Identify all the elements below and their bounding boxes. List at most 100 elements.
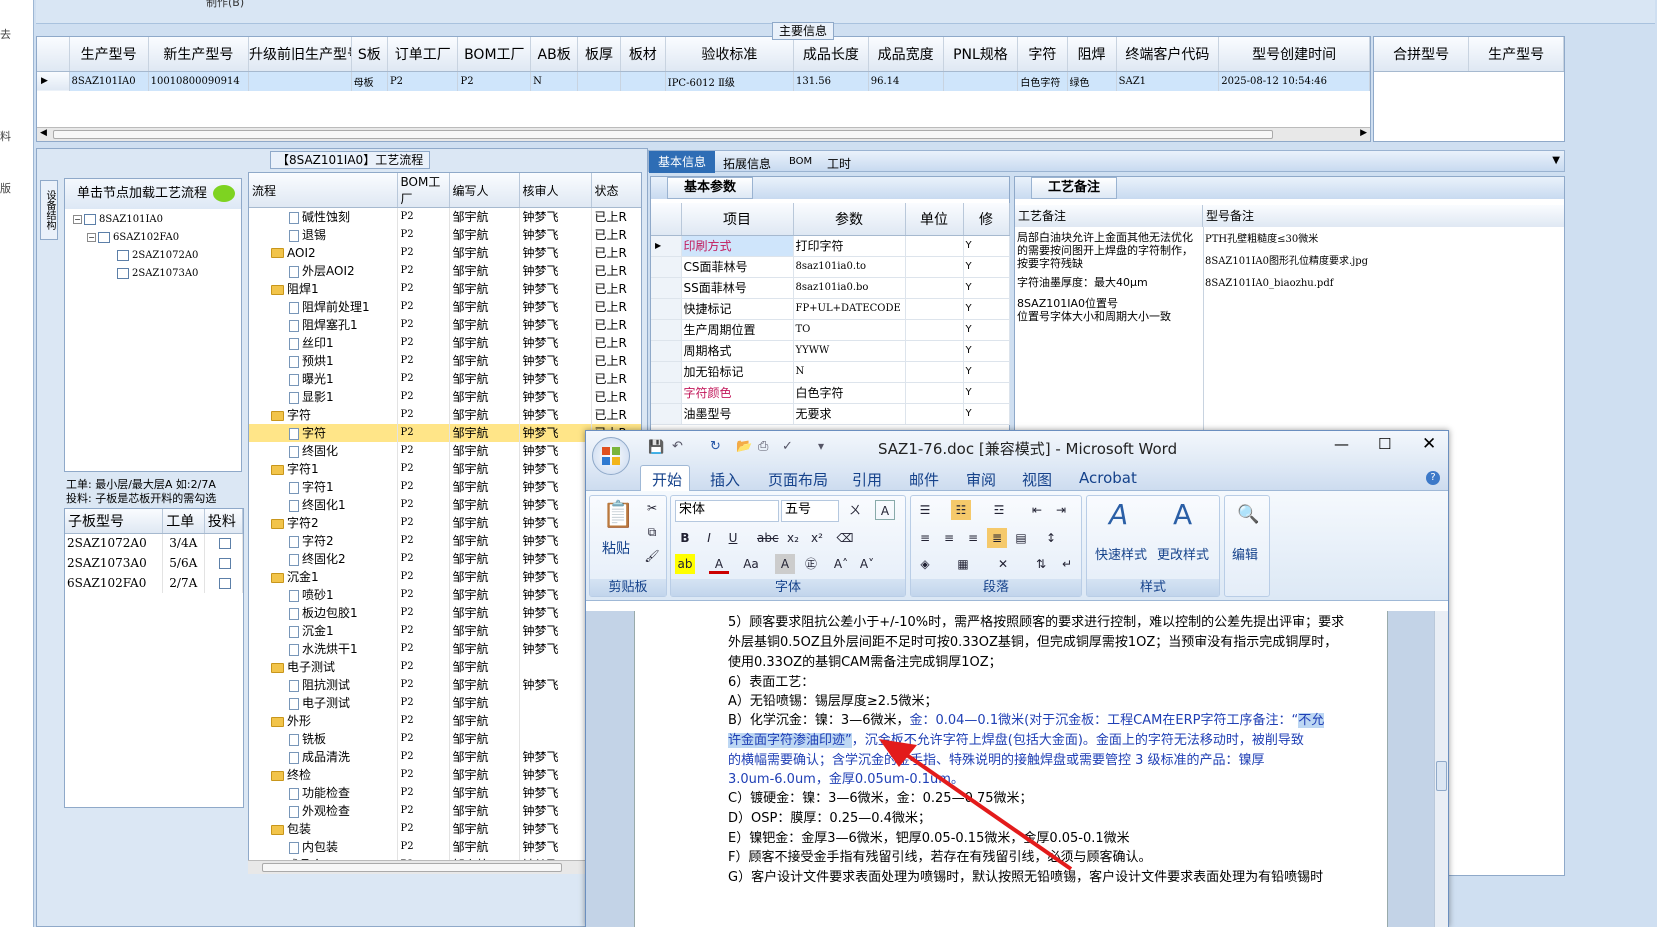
table-row[interactable]: 阻焊前处理1 P2 邹宇航 钟梦飞 已上R (249, 297, 641, 316)
italic-icon[interactable]: I (699, 528, 719, 548)
table-row[interactable]: 显影1 P2 邹宇航 钟梦飞 已上R (249, 387, 641, 406)
param-value-cell[interactable]: 无要求 (793, 403, 906, 425)
table-row[interactable]: AOI2 P2 邹宇航 钟梦飞 已上R (249, 243, 641, 262)
main-col-header[interactable]: 字符 (1017, 37, 1068, 72)
table-row[interactable]: 外观检查 P2 邹宇航 钟梦飞 (249, 801, 641, 820)
tab-insert[interactable]: 插入 (710, 469, 740, 490)
table-row[interactable]: 6SAZ102FA0 2/7A (65, 573, 244, 593)
table-row[interactable]: 喷砂1P2邹宇航钟梦飞已上R (249, 585, 641, 604)
flow-col-header[interactable]: 核审人 (519, 173, 592, 208)
minimize-icon[interactable]: — (1334, 435, 1349, 453)
superscript-icon[interactable]: x² (807, 528, 827, 548)
param-value-cell[interactable]: 8saz101ia0.to (793, 256, 906, 278)
main-cell[interactable] (620, 71, 666, 91)
table-row[interactable]: 周期格式 YYWW Y (651, 340, 1010, 362)
tab-review[interactable]: 审阅 (966, 469, 996, 490)
table-row[interactable]: 退锡 P2 邹宇航 钟梦飞 已上R (249, 225, 641, 244)
main-col-header[interactable]: 板材 (620, 37, 666, 72)
table-row[interactable]: 字符P2邹宇航钟梦飞已上R (249, 423, 641, 442)
strikethrough-icon[interactable]: abc (757, 528, 779, 548)
find-icon[interactable]: 🔍 (1237, 504, 1259, 525)
model-note-text[interactable]: PTH孔壁粗糙度≤30微米 8SAZ101IA0图形孔位精度要求.jpg 8SA… (1205, 229, 1545, 295)
bullets-icon[interactable]: ☰ (915, 500, 935, 520)
highlight-icon[interactable]: ab (675, 554, 695, 574)
main-cell[interactable]: P2 (387, 71, 459, 91)
col-item[interactable]: 项目 (681, 203, 794, 236)
grow-font-icon[interactable]: A˄ (831, 554, 851, 574)
table-row[interactable]: 内包装 P2 邹宇航 钟梦飞 (249, 837, 641, 856)
format-painter-icon[interactable]: 🖌 (642, 546, 662, 566)
undo-icon[interactable]: ↶ (672, 439, 683, 454)
main-cell[interactable]: IPC-6012 Ⅱ级 (665, 71, 794, 91)
main-col-header[interactable]: 升级前旧生产型号 (248, 37, 352, 72)
tree-node[interactable]: −8SAZ101IA0 (73, 213, 163, 227)
tab-basic-info[interactable]: 基本信息 (649, 151, 715, 173)
table-row[interactable]: 沉金1P2邹宇航钟梦飞已上R (249, 567, 641, 586)
param-value-cell[interactable]: 白色字符 (793, 382, 906, 404)
table-row[interactable]: 字符1P2邹宇航钟梦飞已上R (249, 459, 641, 478)
table-row[interactable]: 功能检查 P2 邹宇航 钟梦飞 (249, 783, 641, 802)
document-vscroll[interactable] (1434, 611, 1448, 927)
line-spacing-icon[interactable]: ↕ (1041, 528, 1061, 548)
copy-icon[interactable]: ⧉ (642, 522, 662, 542)
table-row[interactable]: 2SAZ1072A0 3/4A (65, 533, 244, 553)
feed-checkbox[interactable] (218, 578, 231, 589)
table-row[interactable]: SS面菲林号 8saz101ia0.bo Y (651, 277, 1010, 299)
col-unit[interactable]: 单位 (905, 203, 964, 236)
tab-acrobat[interactable]: Acrobat (1079, 469, 1137, 487)
qat-more-icon[interactable]: ▾ (818, 439, 824, 453)
save-icon[interactable]: 💾 (648, 440, 664, 455)
chat-icon[interactable] (213, 185, 235, 202)
tab-bom[interactable]: BOM (789, 156, 812, 167)
tree-node[interactable]: −6SAZ102FA0 (87, 231, 179, 245)
col-modify[interactable]: 修 (963, 203, 1010, 236)
main-cell[interactable]: 96.14 (868, 71, 944, 91)
paste-button[interactable]: 粘贴 (602, 538, 630, 558)
quick-styles-icon[interactable]: A (1109, 498, 1128, 531)
table-row[interactable]: 2SAZ1073A0 5/6A (65, 553, 244, 573)
main-hscroll-thumb[interactable] (53, 130, 1273, 139)
tab-device-structure[interactable]: 设备结构 (40, 180, 58, 240)
table-row[interactable]: 阻焊塞孔1 P2 邹宇航 钟梦飞 已上R (249, 315, 641, 334)
feed-checkbox[interactable] (218, 558, 231, 569)
maximize-icon[interactable]: ☐ (1378, 435, 1391, 453)
table-row[interactable]: 曝光1 P2 邹宇航 钟梦飞 已上R (249, 369, 641, 388)
main-col-header[interactable]: 成品长度 (793, 37, 869, 72)
main-col-header[interactable]: 型号创建时间 (1218, 37, 1370, 72)
main-cell[interactable]: 白色字符 (1017, 71, 1068, 91)
main-col-header[interactable]: 板厚 (577, 37, 621, 72)
open-icon[interactable]: 📂 (736, 439, 752, 454)
main-cell[interactable]: 8SAZ101IA0 (69, 71, 149, 91)
main-cell[interactable] (248, 71, 352, 91)
main-cell[interactable]: SAZ1 (1116, 71, 1220, 91)
table-row[interactable]: 包装 P2 邹宇航 钟梦飞 (249, 819, 641, 838)
tab-process-notes[interactable]: 工艺备注 (1031, 177, 1118, 199)
param-value-cell[interactable]: YYWW (793, 340, 906, 362)
feed-checkbox[interactable] (218, 538, 231, 550)
underline-icon[interactable]: U (723, 528, 743, 548)
align-center-icon[interactable]: ≡ (939, 528, 959, 548)
paste-icon[interactable]: 📋 (602, 500, 634, 530)
main-cell[interactable]: N (530, 71, 579, 91)
main-col-header[interactable]: PNL规格 (943, 37, 1019, 72)
table-row[interactable]: 字符2P2邹宇航钟梦飞已上R (249, 531, 641, 550)
change-styles-button[interactable]: 更改样式 (1157, 544, 1209, 563)
subscript-icon[interactable]: x₂ (783, 528, 803, 548)
phonetic-guide-icon[interactable]: ㄨ (845, 500, 865, 520)
tab-basic-params[interactable]: 基本参数 (667, 177, 754, 199)
font-color-icon[interactable]: A (709, 554, 729, 574)
table-row[interactable]: 阻抗测试 P2 邹宇航 钟梦飞 (249, 675, 641, 694)
main-col-header[interactable]: 新生产型号 (148, 37, 250, 72)
tab-labor-hours[interactable]: 工时 (827, 155, 851, 172)
close-icon[interactable]: ✕ (1422, 434, 1436, 454)
table-row[interactable]: 碱性蚀刻 P2 邹宇航 钟梦飞 已上R (249, 207, 641, 226)
tab-home[interactable]: 开始 (652, 469, 682, 490)
font-size-select[interactable]: 五号 (781, 500, 839, 522)
char-shading-icon[interactable]: A (775, 554, 795, 574)
main-col-header[interactable]: 生产型号 (69, 37, 149, 72)
document-page[interactable]: 5）顾客要求阻抗公差小于+/-10%时，需严格按照顾客的要求进行控制，难以控制的… (634, 611, 1388, 927)
table-row[interactable]: 丝印1 P2 邹宇航 钟梦飞 已上R (249, 333, 641, 352)
shrink-font-icon[interactable]: A˅ (857, 554, 877, 574)
decrease-indent-icon[interactable]: ⇤ (1027, 500, 1047, 520)
table-row[interactable]: 板边包胶1P2邹宇航钟梦飞已上R (249, 603, 641, 622)
